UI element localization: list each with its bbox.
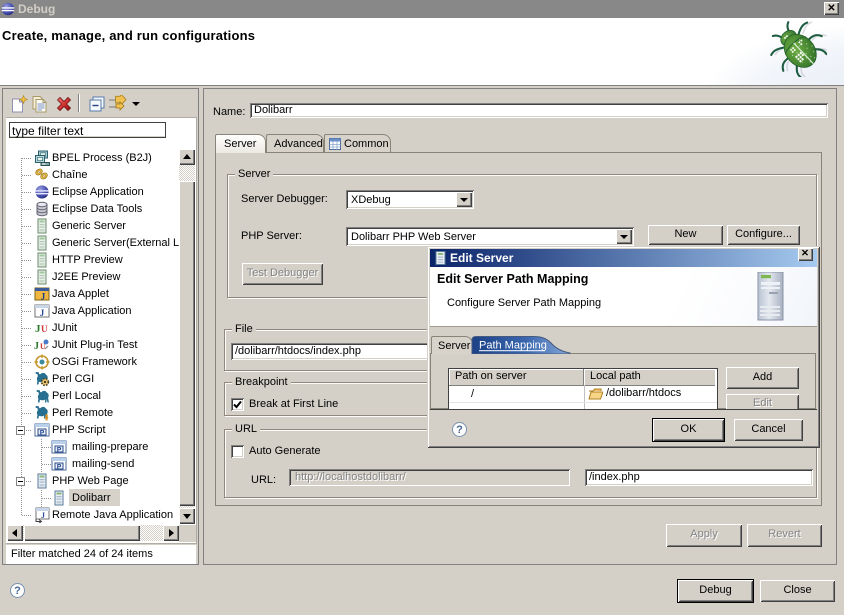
svg-text:Path Mapping: Path Mapping <box>479 340 547 352</box>
